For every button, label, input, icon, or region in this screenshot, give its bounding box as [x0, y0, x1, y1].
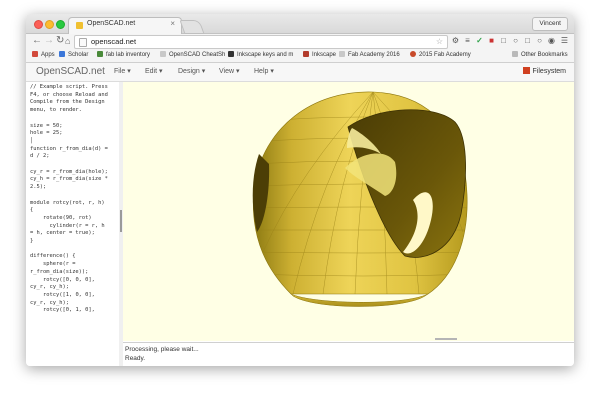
- close-window-button[interactable]: [34, 20, 43, 29]
- menu-edit[interactable]: Edit ▾: [145, 65, 163, 79]
- app-menu-bar: OpenSCAD.net File ▾ Edit ▾ Design ▾ View…: [26, 63, 574, 82]
- fab-academy-icon: [410, 51, 416, 57]
- console-output: Processing, please wait... Ready.: [123, 342, 574, 366]
- bookmark-2015-fab-academy[interactable]: 2015 Fab Academy: [410, 50, 471, 61]
- url-text[interactable]: openscad.net: [91, 36, 136, 48]
- openscad-favicon-icon: [76, 22, 83, 29]
- menu-help[interactable]: Help ▾: [254, 65, 274, 79]
- splitter-handle[interactable]: [120, 210, 122, 232]
- rendered-model: [252, 91, 468, 307]
- code-text[interactable]: // Example script. Press F4, or choose R…: [30, 84, 118, 315]
- bookmark-star-icon[interactable]: ☆: [436, 36, 443, 48]
- bookmark-inkscape-keys[interactable]: Inkscape keys and m: [228, 50, 293, 61]
- minimize-window-button[interactable]: [45, 20, 54, 29]
- console-line: Processing, please wait...: [125, 346, 199, 353]
- extension-icon[interactable]: ○: [511, 36, 520, 46]
- menu-file[interactable]: File ▾: [114, 65, 131, 79]
- bookmark-scholar[interactable]: Scholar: [59, 50, 88, 61]
- console-line: Ready.: [125, 355, 146, 362]
- code-editor[interactable]: // Example script. Press F4, or choose R…: [26, 82, 120, 366]
- page-icon: [160, 51, 166, 57]
- extension-icon[interactable]: ≡: [463, 36, 472, 46]
- app-brand[interactable]: OpenSCAD.net: [36, 65, 105, 79]
- bookmark-openscad-cheatsheet[interactable]: OpenSCAD CheatSh: [160, 50, 225, 61]
- extension-icon[interactable]: ○: [535, 36, 544, 46]
- profile-button[interactable]: Vincent: [532, 17, 568, 31]
- extension-icon[interactable]: ■: [487, 36, 496, 46]
- address-bar[interactable]: openscad.net ☆: [74, 35, 448, 49]
- cast-icon[interactable]: □: [499, 36, 508, 46]
- 3d-viewport[interactable]: [123, 82, 574, 341]
- bookmark-inkscape[interactable]: Inkscape: [303, 50, 336, 61]
- viewport-resize-handle[interactable]: [435, 338, 457, 340]
- bookmarks-bar: Apps Scholar fab lab inventory OpenSCAD …: [26, 49, 574, 63]
- bookmark-fab-academy-2016[interactable]: Fab Academy 2016: [339, 50, 400, 61]
- drive-icon: [97, 51, 103, 57]
- tab-title: OpenSCAD.net: [87, 20, 136, 27]
- filesystem-icon: [522, 67, 530, 74]
- browser-toolbar: ← → ↻ ⌂ openscad.net ☆ ⚙ ≡ ✓ ■ □ ○ □ ○ ◉…: [26, 34, 574, 49]
- zoom-window-button[interactable]: [56, 20, 65, 29]
- tab-close-icon[interactable]: ×: [170, 19, 175, 28]
- inkscape-icon: [228, 51, 234, 57]
- extension-icon[interactable]: ⚙: [451, 36, 460, 46]
- scholar-icon: [59, 51, 65, 57]
- folder-icon: [512, 51, 518, 57]
- menu-design[interactable]: Design ▾: [178, 65, 205, 79]
- back-arrow-icon[interactable]: ←: [32, 35, 42, 47]
- bookmark-fab-lab-inventory[interactable]: fab lab inventory: [97, 50, 150, 61]
- extension-icon[interactable]: □: [523, 36, 532, 46]
- tab-bar: OpenSCAD.net × Vincent: [26, 14, 574, 34]
- checkmark-extension-icon[interactable]: ✓: [475, 36, 484, 46]
- home-icon[interactable]: ⌂: [65, 35, 70, 47]
- apps-grid-icon: [32, 51, 38, 57]
- page-icon: [339, 51, 345, 57]
- tab-openscad[interactable]: OpenSCAD.net ×: [68, 17, 182, 34]
- page-icon: [79, 38, 87, 47]
- menu-icon[interactable]: ☰: [560, 36, 569, 46]
- pen-icon: [303, 51, 309, 57]
- menu-view[interactable]: View ▾: [219, 65, 240, 79]
- bookmark-other-bookmarks[interactable]: Other Bookmarks: [512, 50, 568, 61]
- filesystem-button[interactable]: Filesystem: [522, 65, 566, 79]
- extension-icon[interactable]: ◉: [547, 36, 556, 46]
- reload-icon[interactable]: ↻: [56, 35, 64, 47]
- bookmark-apps[interactable]: Apps: [32, 50, 55, 61]
- new-tab-button[interactable]: [179, 20, 205, 34]
- browser-window: OpenSCAD.net × Vincent ← → ↻ ⌂ openscad.…: [26, 14, 574, 366]
- forward-arrow-icon[interactable]: →: [44, 35, 54, 47]
